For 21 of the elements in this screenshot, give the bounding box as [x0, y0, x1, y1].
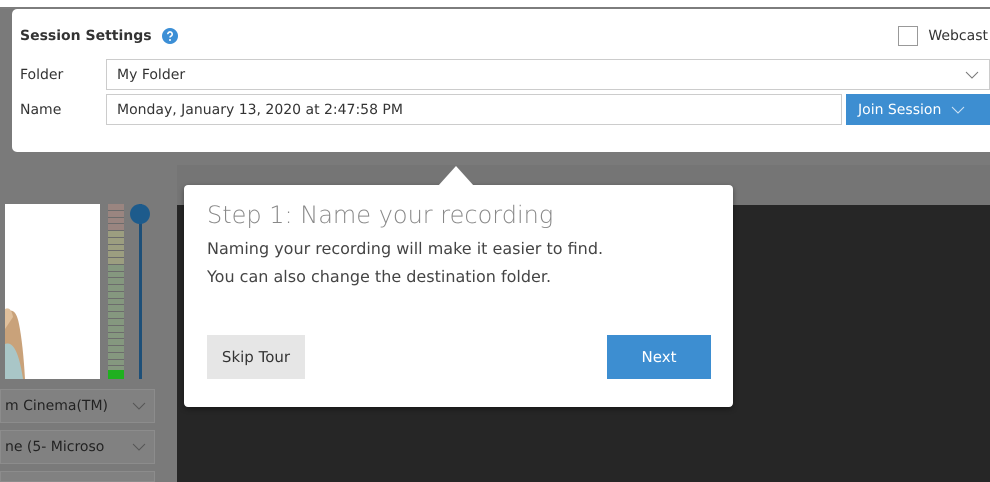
- folder-label: Folder: [20, 66, 64, 82]
- webcast-label: Webcast: [928, 28, 989, 44]
- next-button[interactable]: Next: [607, 335, 711, 379]
- popup-text: Naming your recording will make it easier to find.: [207, 238, 604, 260]
- panel-title: Session Settings: [20, 28, 152, 44]
- name-field[interactable]: Monday, January 13, 2020 at 2:47:58 PM: [106, 94, 842, 125]
- chevron-icon: [132, 402, 146, 410]
- skip-tour-button[interactable]: Skip Tour: [207, 335, 305, 379]
- device-dropdown[interactable]: ne (5- Microso: [0, 430, 155, 464]
- chevron-icon: [965, 70, 979, 78]
- popup-title: Step 1: Name your recording: [207, 201, 554, 229]
- chevron-icon: [951, 106, 966, 114]
- chevron-icon: [132, 443, 146, 451]
- help-icon[interactable]: [162, 28, 178, 44]
- folder-dropdown[interactable]: My Folder: [106, 59, 990, 90]
- join-session-button[interactable]: Join Session: [846, 94, 990, 125]
- volume-thumb[interactable]: [130, 204, 150, 224]
- name-label: Name: [20, 102, 62, 118]
- device-dropdown[interactable]: m Cinema(TM): [0, 389, 155, 423]
- popup-text: You can also change the destination folder.: [207, 266, 552, 288]
- webcast-checkbox[interactable]: [898, 26, 918, 46]
